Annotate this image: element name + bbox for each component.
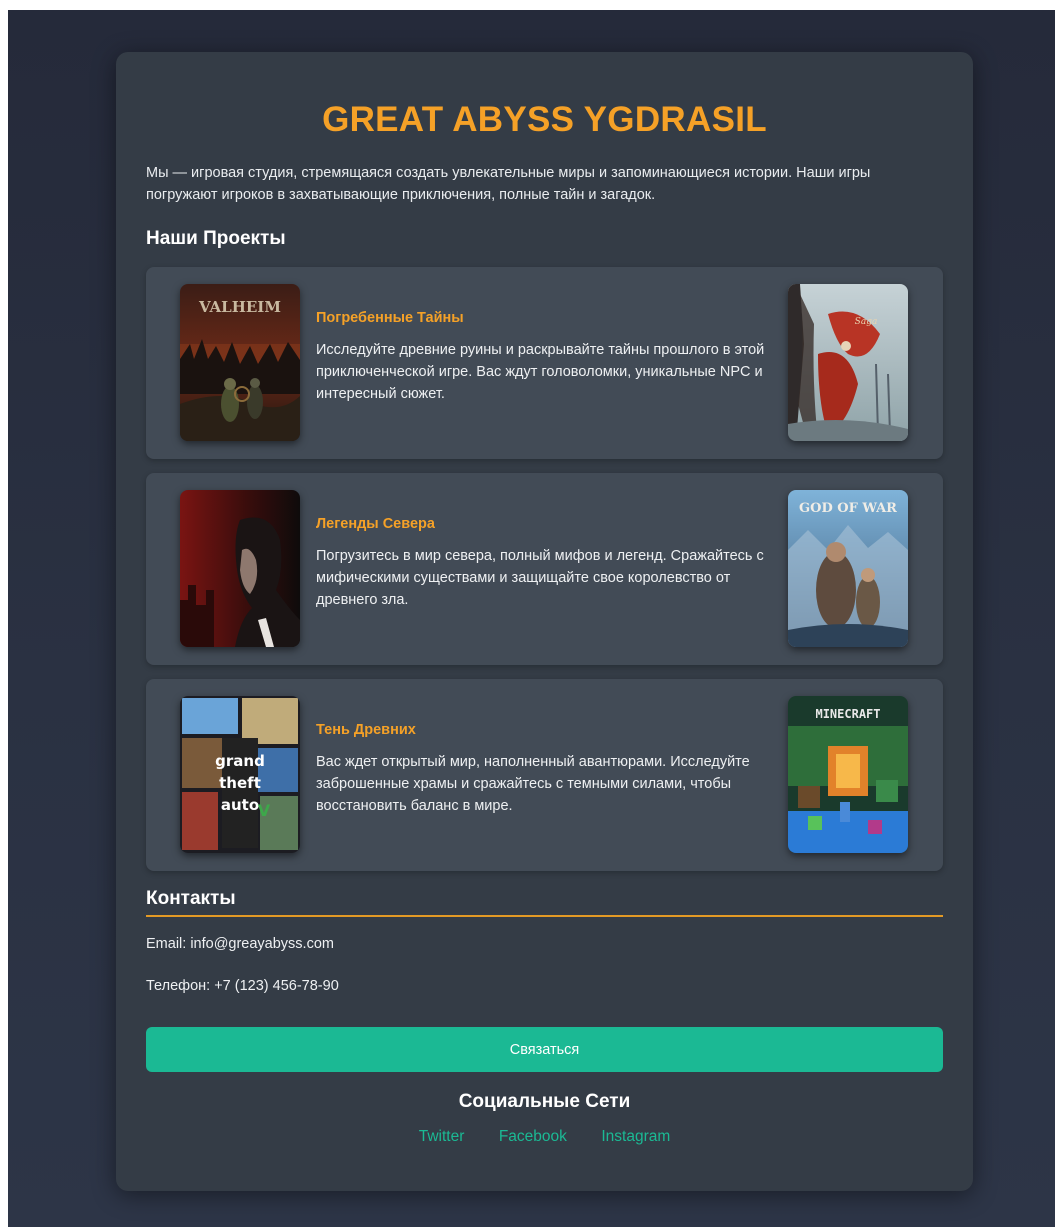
valheim-cover-art: VALHEIM — [180, 284, 300, 441]
svg-text:grand: grand — [215, 752, 265, 770]
project-cover-banner-saga[interactable]: Saga — [788, 284, 908, 441]
contact-phone: Телефон: +7 (123) 456-78-90 — [146, 978, 339, 994]
gta-cover-art: grand theft auto V — [180, 696, 300, 853]
project-description: Погрузитесь в мир севера, полный мифов и… — [316, 548, 764, 608]
social-link-instagram[interactable]: Instagram — [601, 1128, 670, 1145]
project-info: Легенды Севера Погрузитесь в мир севера,… — [316, 513, 776, 611]
svg-text:Saga: Saga — [855, 317, 878, 327]
project-card: Легенды Севера Погрузитесь в мир севера,… — [146, 473, 943, 665]
svg-text:V: V — [258, 801, 271, 820]
social-link-facebook[interactable]: Facebook — [499, 1128, 567, 1145]
contact-us-button[interactable]: Связаться — [146, 1027, 943, 1072]
project-card: VALHEIM Погребенные Тайны Исследуйте дре… — [146, 267, 943, 459]
banner-saga-cover-art: Saga — [788, 284, 908, 441]
page-background: GREAT ABYSS YGDRASIL Мы — игровая студия… — [8, 10, 1055, 1227]
project-cover-god-of-war[interactable]: GOD OF WAR — [788, 490, 908, 647]
social-heading: Социальные Сети — [458, 1091, 631, 1112]
project-title[interactable]: Погребенные Тайны — [316, 307, 776, 329]
project-description: Вас ждет открытый мир, наполненный авант… — [316, 754, 750, 814]
project-title[interactable]: Легенды Севера — [316, 513, 776, 535]
project-info: Погребенные Тайны Исследуйте древние руи… — [316, 307, 776, 405]
project-description: Исследуйте древние руины и раскрывайте т… — [316, 342, 765, 402]
minecraft-cover-art: MINECRAFT — [788, 696, 908, 853]
studio-intro: Мы — игровая студия, стремящаяся создать… — [146, 165, 871, 203]
project-title[interactable]: Тень Древних — [316, 719, 776, 741]
svg-text:auto: auto — [221, 796, 259, 814]
project-cover-valheim[interactable]: VALHEIM — [180, 284, 300, 441]
project-cover-minecraft[interactable]: MINECRAFT — [788, 696, 908, 853]
svg-text:theft: theft — [219, 774, 261, 792]
project-cover-gta[interactable]: grand theft auto V — [180, 696, 300, 853]
contacts-heading: Контакты — [146, 885, 943, 917]
social-links: Twitter Facebook Instagram — [146, 1126, 943, 1148]
contact-email: Email: info@greayabyss.com — [146, 936, 334, 952]
valheim-cover-logo: VALHEIM — [198, 298, 281, 316]
project-info: Тень Древних Вас ждет открытый мир, напо… — [316, 719, 776, 817]
projects-list: VALHEIM Погребенные Тайны Исследуйте дре… — [146, 267, 943, 871]
god-of-war-cover-logo: GOD OF WAR — [799, 501, 897, 516]
social-link-twitter[interactable]: Twitter — [419, 1128, 465, 1145]
project-card: grand theft auto V Тень Древних Вас ждет… — [146, 679, 943, 871]
minecraft-cover-logo: MINECRAFT — [815, 707, 880, 721]
projects-heading: Наши Проекты — [146, 228, 286, 249]
site-title: GREAT ABYSS YGDRASIL — [322, 100, 767, 139]
god-of-war-cover-art: GOD OF WAR — [788, 490, 908, 647]
main-card: GREAT ABYSS YGDRASIL Мы — игровая студия… — [116, 52, 973, 1191]
noir-cover-art — [180, 490, 300, 647]
project-cover-noir[interactable] — [180, 490, 300, 647]
